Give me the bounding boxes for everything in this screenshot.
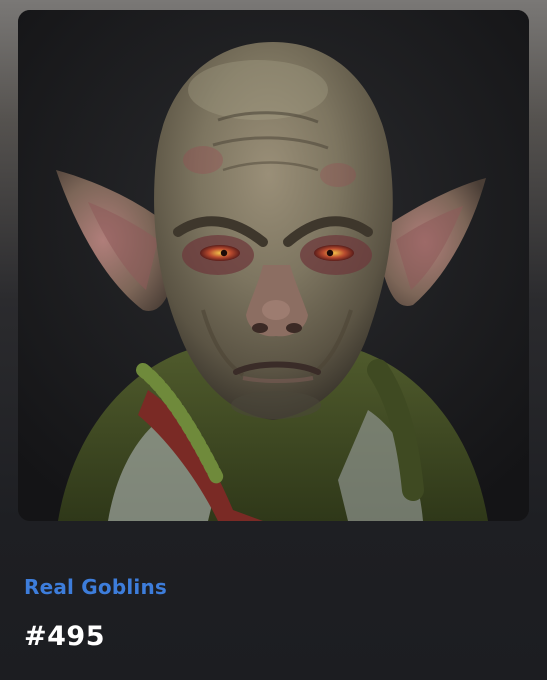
nft-image[interactable] <box>18 10 529 521</box>
nft-card: Real Goblins #495 <box>0 0 547 680</box>
collection-link[interactable]: Real Goblins <box>24 572 167 602</box>
token-id: #495 <box>24 621 105 652</box>
goblin-portrait-image <box>18 10 529 521</box>
nft-meta: Real Goblins #495 <box>24 572 523 654</box>
